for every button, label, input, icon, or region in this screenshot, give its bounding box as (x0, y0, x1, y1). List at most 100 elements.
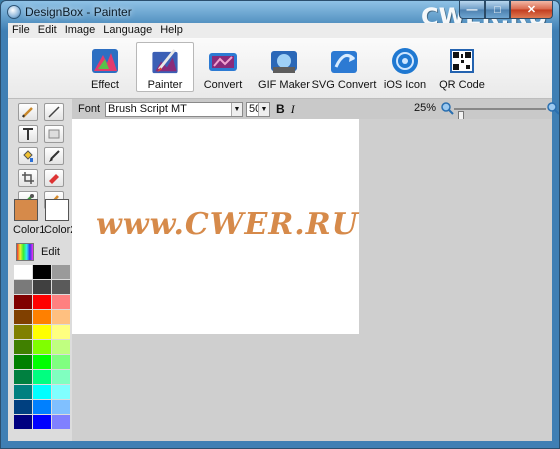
minimize-button[interactable]: — (459, 1, 485, 19)
main-toolbar: Effect Painter Convert GIF Maker SVG Con… (8, 38, 552, 99)
zoom-slider[interactable] (454, 108, 546, 123)
app-logo-icon[interactable] (7, 5, 21, 19)
toolbar-convert-button[interactable]: Convert (194, 42, 252, 92)
toolbar-gif-maker-label: GIF Maker (258, 79, 310, 91)
palette-color-swatch[interactable] (33, 400, 51, 414)
toolbar-effect-label: Effect (91, 79, 119, 91)
palette-color-swatch[interactable] (14, 400, 32, 414)
zoom-out-icon[interactable] (440, 101, 454, 115)
toolbar-qr-code-button[interactable]: QR Code (433, 42, 491, 92)
menu-image[interactable]: Image (61, 23, 100, 38)
palette-color-swatch[interactable] (52, 295, 70, 309)
palette-color-swatch[interactable] (14, 310, 32, 324)
font-family-value: Brush Script MT (108, 102, 187, 115)
palette-color-swatch[interactable] (14, 415, 32, 429)
palette-color-swatch[interactable] (33, 355, 51, 369)
ios-icon-icon (392, 48, 418, 74)
color-palette (14, 265, 70, 429)
line-tool-button[interactable] (44, 103, 64, 121)
palette-color-swatch[interactable] (14, 340, 32, 354)
text-tool-button[interactable] (18, 125, 38, 143)
eraser-icon (49, 174, 59, 184)
palette-color-swatch[interactable] (33, 370, 51, 384)
palette-color-swatch[interactable] (33, 265, 51, 279)
toolbar-gif-maker-button[interactable]: GIF Maker (255, 42, 313, 92)
window-controls: — □ ✕ (459, 1, 553, 20)
palette-color-swatch[interactable] (14, 385, 32, 399)
client-area: File Edit Image Language Help Effect Pai… (8, 23, 559, 441)
palette-color-swatch[interactable] (52, 370, 70, 384)
palette-color-swatch[interactable] (14, 280, 32, 294)
toolbar-convert-label: Convert (203, 79, 243, 91)
palette-color-swatch[interactable] (33, 325, 51, 339)
toolbar-painter-button[interactable]: Painter (136, 42, 194, 92)
palette-color-swatch[interactable] (14, 265, 32, 279)
maximize-button[interactable]: □ (485, 1, 510, 19)
edit-colors-label[interactable]: Edit (41, 246, 60, 258)
palette-color-swatch[interactable] (52, 355, 70, 369)
canvas-area: www.CWER.RU (72, 119, 552, 441)
window-title: DesignBox - Painter (25, 5, 132, 19)
text-icon (23, 128, 33, 140)
rectangle-tool-button[interactable] (44, 125, 64, 143)
menu-edit[interactable]: Edit (34, 23, 61, 38)
menu-bar: File Edit Image Language Help (8, 23, 552, 38)
color2-swatch[interactable] (45, 199, 69, 221)
palette-color-swatch[interactable] (52, 415, 70, 429)
crop-icon (22, 172, 34, 184)
palette-color-swatch[interactable] (33, 310, 51, 324)
eraser-tool-button[interactable] (44, 169, 64, 187)
font-family-dropdown-arrow-icon[interactable]: ▼ (231, 102, 243, 116)
palette-color-swatch[interactable] (14, 370, 32, 384)
palette-color-swatch[interactable] (52, 265, 70, 279)
brush-icon (49, 150, 60, 162)
brush-tool-button[interactable] (44, 147, 64, 165)
bold-button[interactable]: B (276, 102, 285, 116)
fill-tool-button[interactable] (18, 147, 38, 165)
svg-convert-icon (331, 51, 357, 73)
toolbar-svg-convert-button[interactable]: SVG Convert (312, 42, 376, 92)
title-bar[interactable]: DesignBox - Painter CWER.RU — □ ✕ (1, 1, 559, 31)
edit-colors-icon[interactable] (16, 243, 34, 261)
fill-bucket-icon (23, 150, 33, 162)
palette-color-swatch[interactable] (52, 340, 70, 354)
font-family-select[interactable]: Brush Script MT ▼ (105, 101, 244, 117)
font-size-dropdown-arrow-icon[interactable]: ▼ (258, 102, 270, 116)
palette-color-swatch[interactable] (14, 325, 32, 339)
palette-color-swatch[interactable] (52, 325, 70, 339)
pencil-tool-button[interactable] (18, 103, 38, 121)
font-size-select[interactable]: 50 ▼ (246, 101, 271, 117)
palette-color-swatch[interactable] (52, 400, 70, 414)
palette-color-swatch[interactable] (33, 415, 51, 429)
gif-maker-icon (271, 51, 297, 73)
color1-swatch[interactable] (14, 199, 38, 221)
palette-color-swatch[interactable] (52, 385, 70, 399)
italic-button[interactable]: I (291, 102, 295, 117)
painter-icon (152, 48, 178, 74)
menu-language[interactable]: Language (99, 23, 156, 38)
menu-help[interactable]: Help (156, 23, 187, 38)
line-icon (48, 106, 60, 118)
zoom-level: 25% (414, 102, 437, 114)
menu-file[interactable]: File (8, 23, 34, 38)
font-toolbar: Font Brush Script MT ▼ 50 ▼ B I 25% (72, 99, 559, 123)
toolbar-qr-code-label: QR Code (439, 79, 485, 91)
drawing-canvas[interactable]: www.CWER.RU (72, 119, 359, 334)
toolbar-effect-button[interactable]: Effect (76, 42, 134, 92)
palette-color-swatch[interactable] (14, 295, 32, 309)
zoom-in-icon[interactable] (546, 101, 560, 115)
palette-color-swatch[interactable] (33, 295, 51, 309)
palette-color-swatch[interactable] (33, 385, 51, 399)
palette-color-swatch[interactable] (52, 310, 70, 324)
font-label: Font (78, 103, 101, 115)
close-button[interactable]: ✕ (510, 1, 553, 19)
color1-label: Color1 (13, 224, 46, 236)
palette-color-swatch[interactable] (14, 355, 32, 369)
palette-color-swatch[interactable] (52, 280, 70, 294)
crop-tool-button[interactable] (18, 169, 38, 187)
toolbar-ios-icon-button[interactable]: iOS Icon (376, 42, 434, 92)
left-tool-panel: Color1 Color2 Edit (8, 99, 76, 441)
palette-color-swatch[interactable] (33, 340, 51, 354)
palette-color-swatch[interactable] (33, 280, 51, 294)
canvas-text: www.CWER.RU (96, 207, 359, 242)
